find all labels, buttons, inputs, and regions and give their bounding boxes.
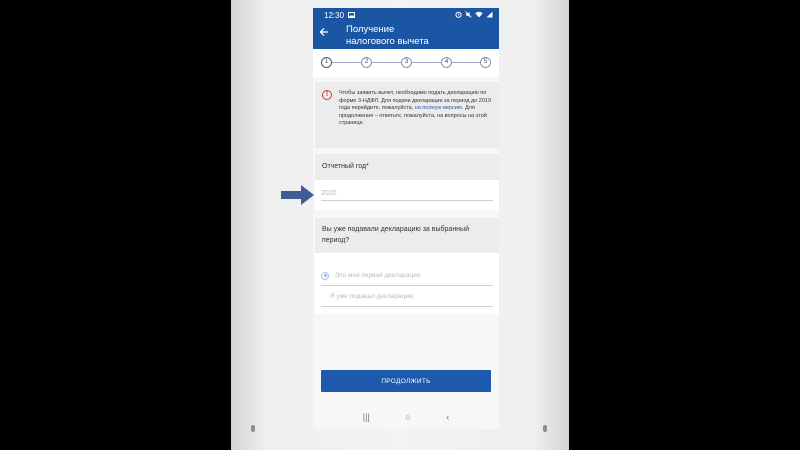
progress-stepper: 1 2 3 4 5 xyxy=(313,49,499,77)
arrow-left-icon[interactable] xyxy=(319,26,329,42)
recent-apps-icon[interactable]: ||| xyxy=(363,412,370,422)
page-title-line2: налогового вычета xyxy=(346,36,429,47)
declaration-question: Вы уже подавали декларацию за выбранный … xyxy=(315,218,499,253)
signal-icon xyxy=(486,11,493,20)
radio-option-first-declaration[interactable]: Это моя первая декларация xyxy=(321,266,493,286)
step-1: 1 xyxy=(321,57,332,68)
app-header: Получение налогового вычета xyxy=(313,22,499,49)
mute-icon xyxy=(465,10,472,20)
wifi-icon xyxy=(475,11,483,20)
declaration-card: Вы уже подавали декларацию за выбранный … xyxy=(315,218,499,314)
page-title-line1: Получение xyxy=(346,24,395,35)
status-time: 12:30 xyxy=(324,10,345,20)
year-label: Отчетный год* xyxy=(315,154,499,180)
sensor-dot-right xyxy=(543,425,547,432)
alarm-icon xyxy=(455,11,462,20)
year-input[interactable] xyxy=(321,187,493,201)
alert-circle-icon: ! xyxy=(322,90,332,100)
home-icon[interactable]: ○ xyxy=(405,412,410,422)
year-card: Отчетный год* xyxy=(315,154,499,210)
step-2: 2 xyxy=(361,57,372,68)
radio-selected-icon[interactable] xyxy=(321,271,329,280)
back-nav-icon[interactable]: ‹ xyxy=(446,412,449,422)
full-version-link[interactable]: на полную версию xyxy=(415,105,462,111)
page-title: Получение налогового вычета xyxy=(346,24,429,48)
annotation-arrow-icon xyxy=(281,185,314,205)
continue-button[interactable]: ПРОДОЛЖИТЬ xyxy=(321,370,491,392)
step-5: 5 xyxy=(480,57,491,68)
sensor-dot-left xyxy=(251,425,255,432)
radio-option-already-submitted[interactable]: Я уже подавал декларацию xyxy=(321,287,493,307)
step-3: 3 xyxy=(401,57,412,68)
android-nav-bar: ||| ○ ‹ xyxy=(313,404,499,429)
info-notice: ! Чтобы заявить вычет, необходимо подать… xyxy=(315,82,499,148)
image-icon xyxy=(348,11,356,20)
radio-option-label: Я уже подавал декларацию xyxy=(330,293,414,300)
radio-option-label: Это моя первая декларация xyxy=(335,272,421,279)
step-4: 4 xyxy=(441,57,452,68)
status-bar: 12:30 xyxy=(313,8,499,22)
phone-screen: 12:30 Получение налогового вычета 1 2 3 … xyxy=(313,8,499,429)
